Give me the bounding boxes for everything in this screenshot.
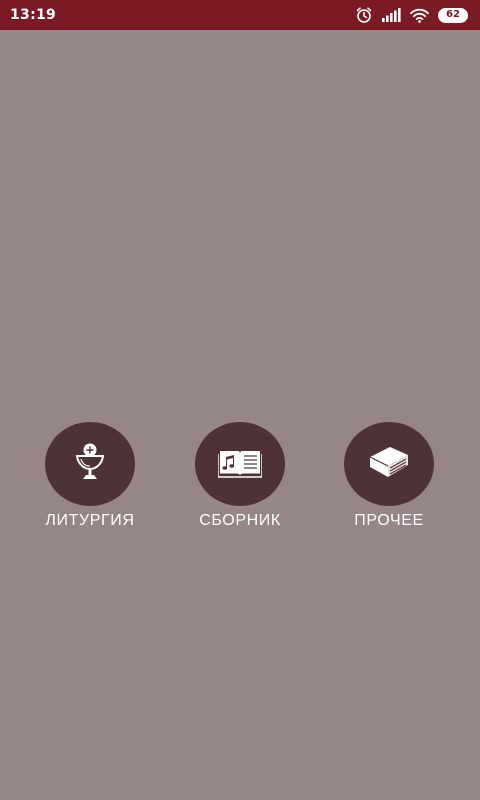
music-book-icon — [217, 446, 263, 482]
chalice-icon — [75, 442, 105, 486]
menu-item-liturgy[interactable]: ЛИТУРГИЯ — [15, 422, 165, 530]
status-icons: 62 — [355, 6, 468, 24]
menu-label-collection: СБОРНИК — [199, 512, 281, 529]
menu-item-collection[interactable]: СБОРНИК — [165, 422, 315, 530]
liturgy-button[interactable] — [45, 422, 135, 506]
battery-icon: 62 — [438, 7, 468, 23]
menu-label-other: ПРОЧЕЕ — [354, 512, 424, 529]
collection-button[interactable] — [195, 422, 285, 506]
menu-item-other[interactable]: ПРОЧЕЕ — [314, 422, 464, 530]
wifi-icon — [410, 8, 429, 23]
status-bar: 13:19 62 — [0, 0, 480, 30]
signal-icon — [382, 8, 401, 22]
alarm-icon — [355, 6, 373, 24]
menu-label-liturgy: ЛИТУРГИЯ — [45, 512, 135, 529]
book-icon — [368, 445, 410, 483]
other-button[interactable] — [344, 422, 434, 506]
main-screen: ЛИТУРГИЯ СБОРНИК ПРОЧЕЕ — [0, 30, 480, 800]
status-time: 13:19 — [10, 7, 57, 23]
